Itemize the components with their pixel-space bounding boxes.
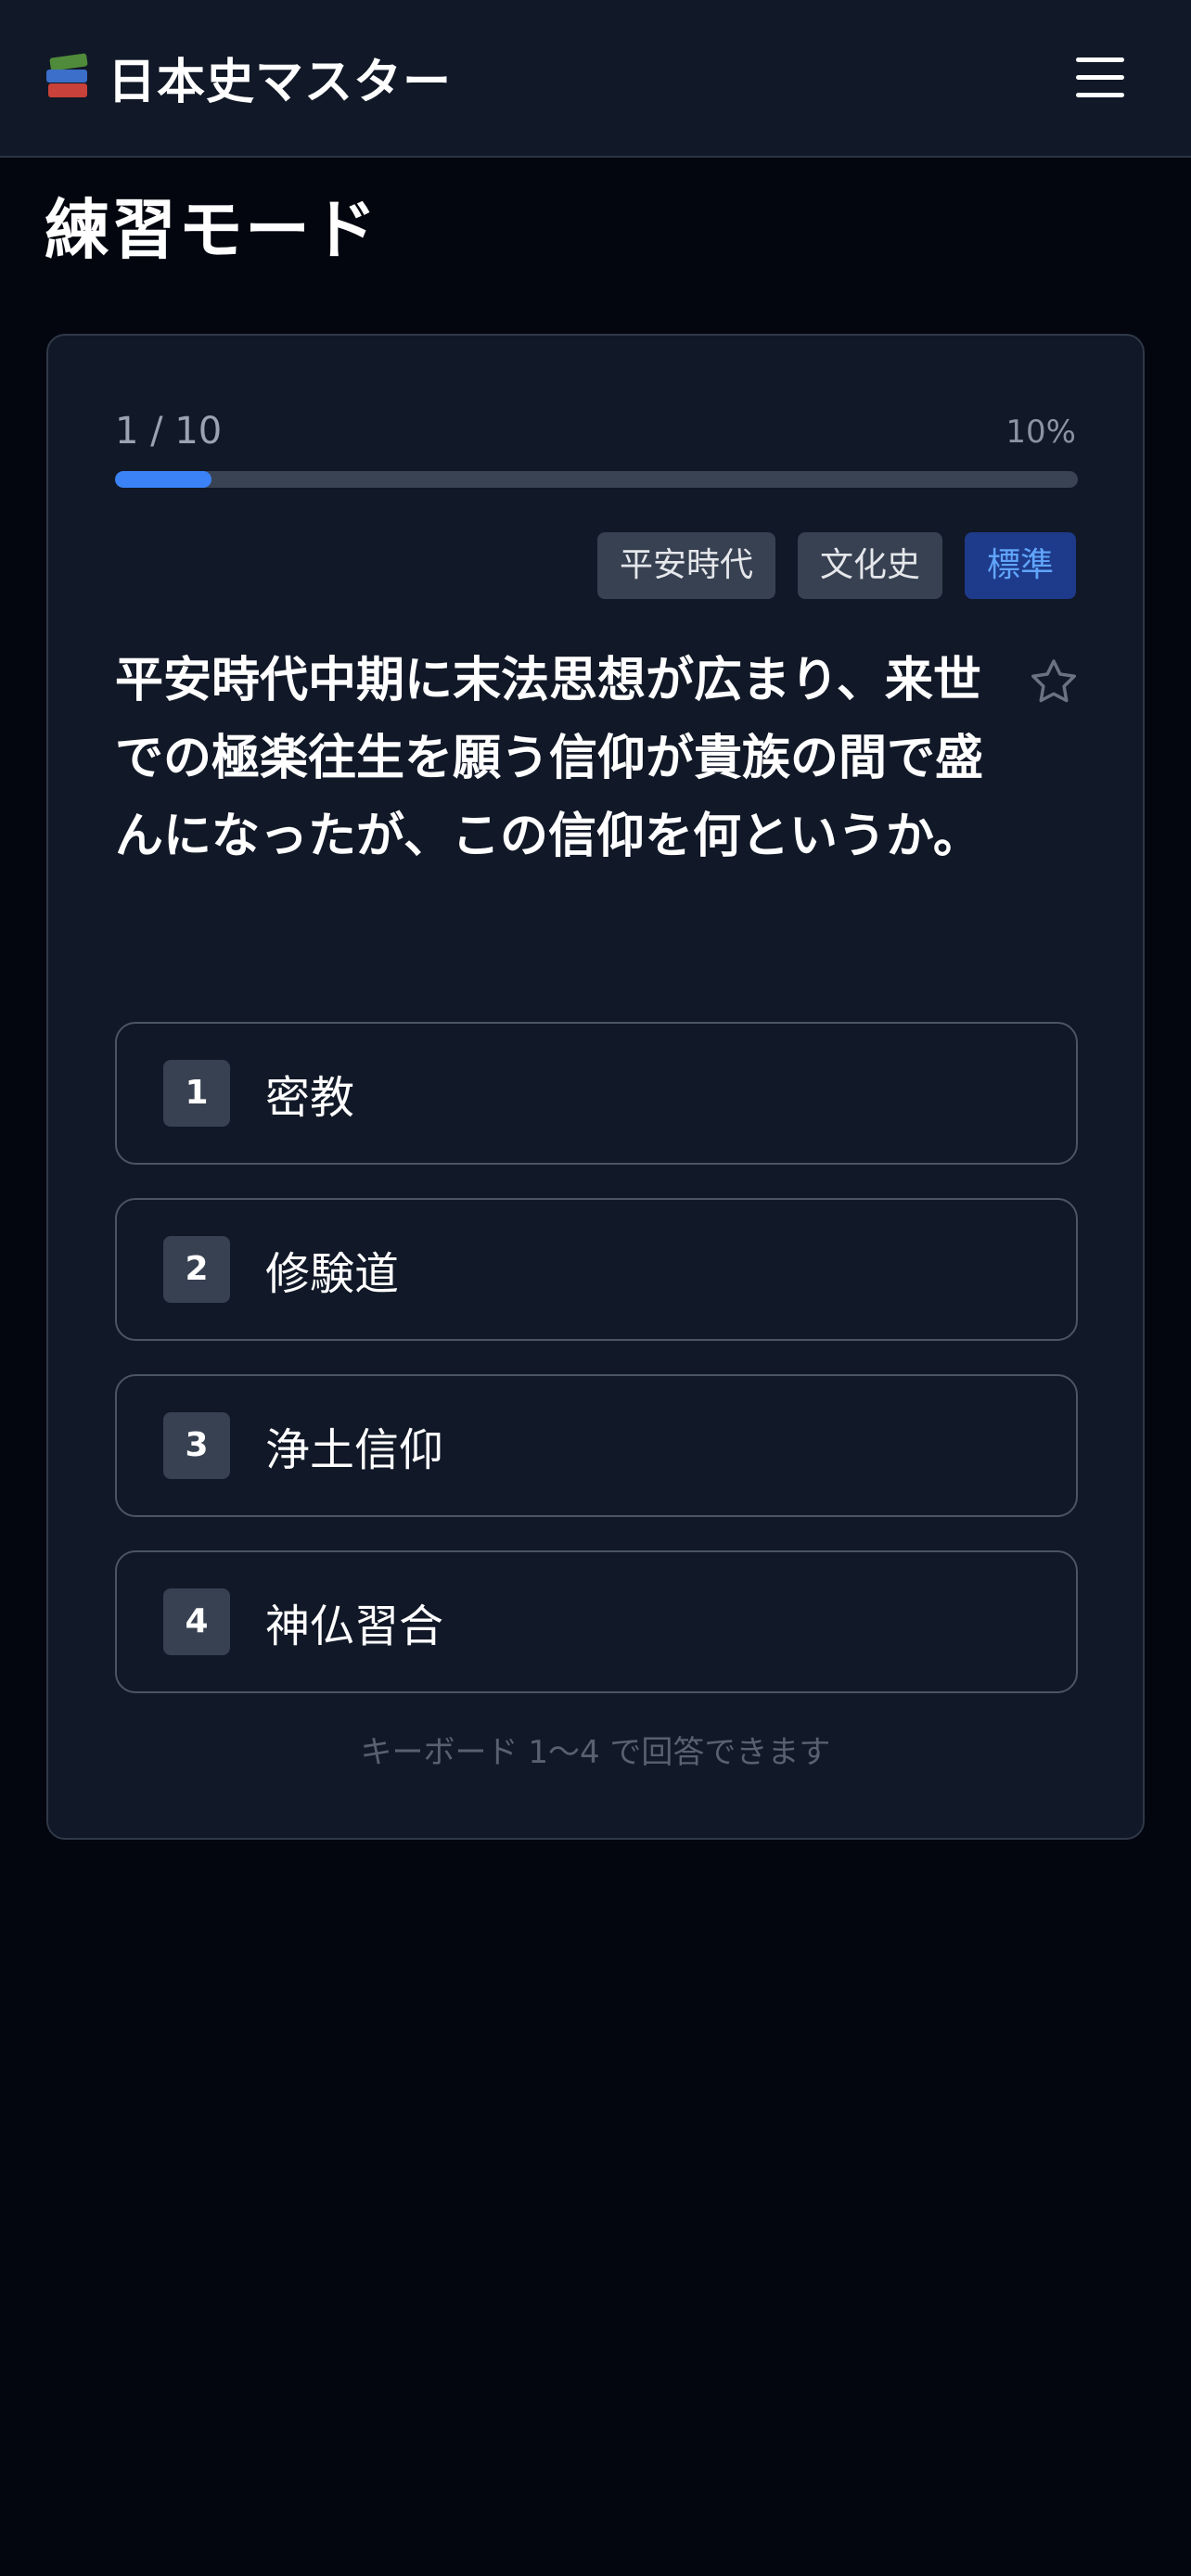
answer-option-4[interactable]: 4 神仏習合 bbox=[115, 1550, 1078, 1693]
option-number: 4 bbox=[163, 1588, 230, 1655]
option-label: 修験道 bbox=[265, 1248, 400, 1300]
progress-percent: 10% bbox=[1005, 414, 1076, 451]
option-number: 2 bbox=[163, 1236, 230, 1303]
app-title: 日本史マスター bbox=[108, 54, 453, 110]
question-tags: 平安時代 文化史 標準 bbox=[596, 532, 1076, 599]
progress-count: 1 / 10 bbox=[115, 410, 223, 453]
answer-option-2[interactable]: 2 修験道 bbox=[115, 1198, 1078, 1341]
option-label: 神仏習合 bbox=[265, 1600, 444, 1652]
tag-difficulty: 標準 bbox=[964, 532, 1076, 599]
option-number: 1 bbox=[163, 1060, 230, 1127]
answer-options: 1 密教 2 修験道 3 浄土信仰 4 神仏習合 bbox=[115, 1022, 1078, 1727]
answer-option-3[interactable]: 3 浄土信仰 bbox=[115, 1374, 1078, 1517]
progress-bar bbox=[115, 471, 1078, 488]
progress-bar-fill bbox=[115, 471, 211, 488]
option-label: 浄土信仰 bbox=[265, 1424, 444, 1476]
brand[interactable]: 日本史マスター bbox=[46, 46, 452, 110]
tag-category: 文化史 bbox=[797, 532, 942, 599]
books-icon bbox=[46, 53, 89, 100]
answer-option-1[interactable]: 1 密教 bbox=[115, 1022, 1078, 1165]
tag-era: 平安時代 bbox=[596, 532, 775, 599]
star-outline-icon[interactable] bbox=[1026, 655, 1082, 710]
hamburger-menu-icon[interactable] bbox=[1074, 54, 1126, 102]
keyboard-hint: キーボード 1〜4 で回答できます bbox=[360, 1734, 831, 1771]
question-text: 平安時代中期に末法思想が広まり、来世での極楽往生を願う信仰が貴族の間で盛んになっ… bbox=[115, 653, 984, 864]
option-label: 密教 bbox=[265, 1072, 355, 1124]
app-header: 日本史マスター bbox=[0, 0, 1191, 158]
option-number: 3 bbox=[163, 1412, 230, 1479]
page-title: 練習モード bbox=[45, 192, 378, 268]
quiz-card: 1 / 10 10% 平安時代 文化史 標準 平安時代中期に末法思想が広まり、来… bbox=[46, 334, 1145, 1840]
